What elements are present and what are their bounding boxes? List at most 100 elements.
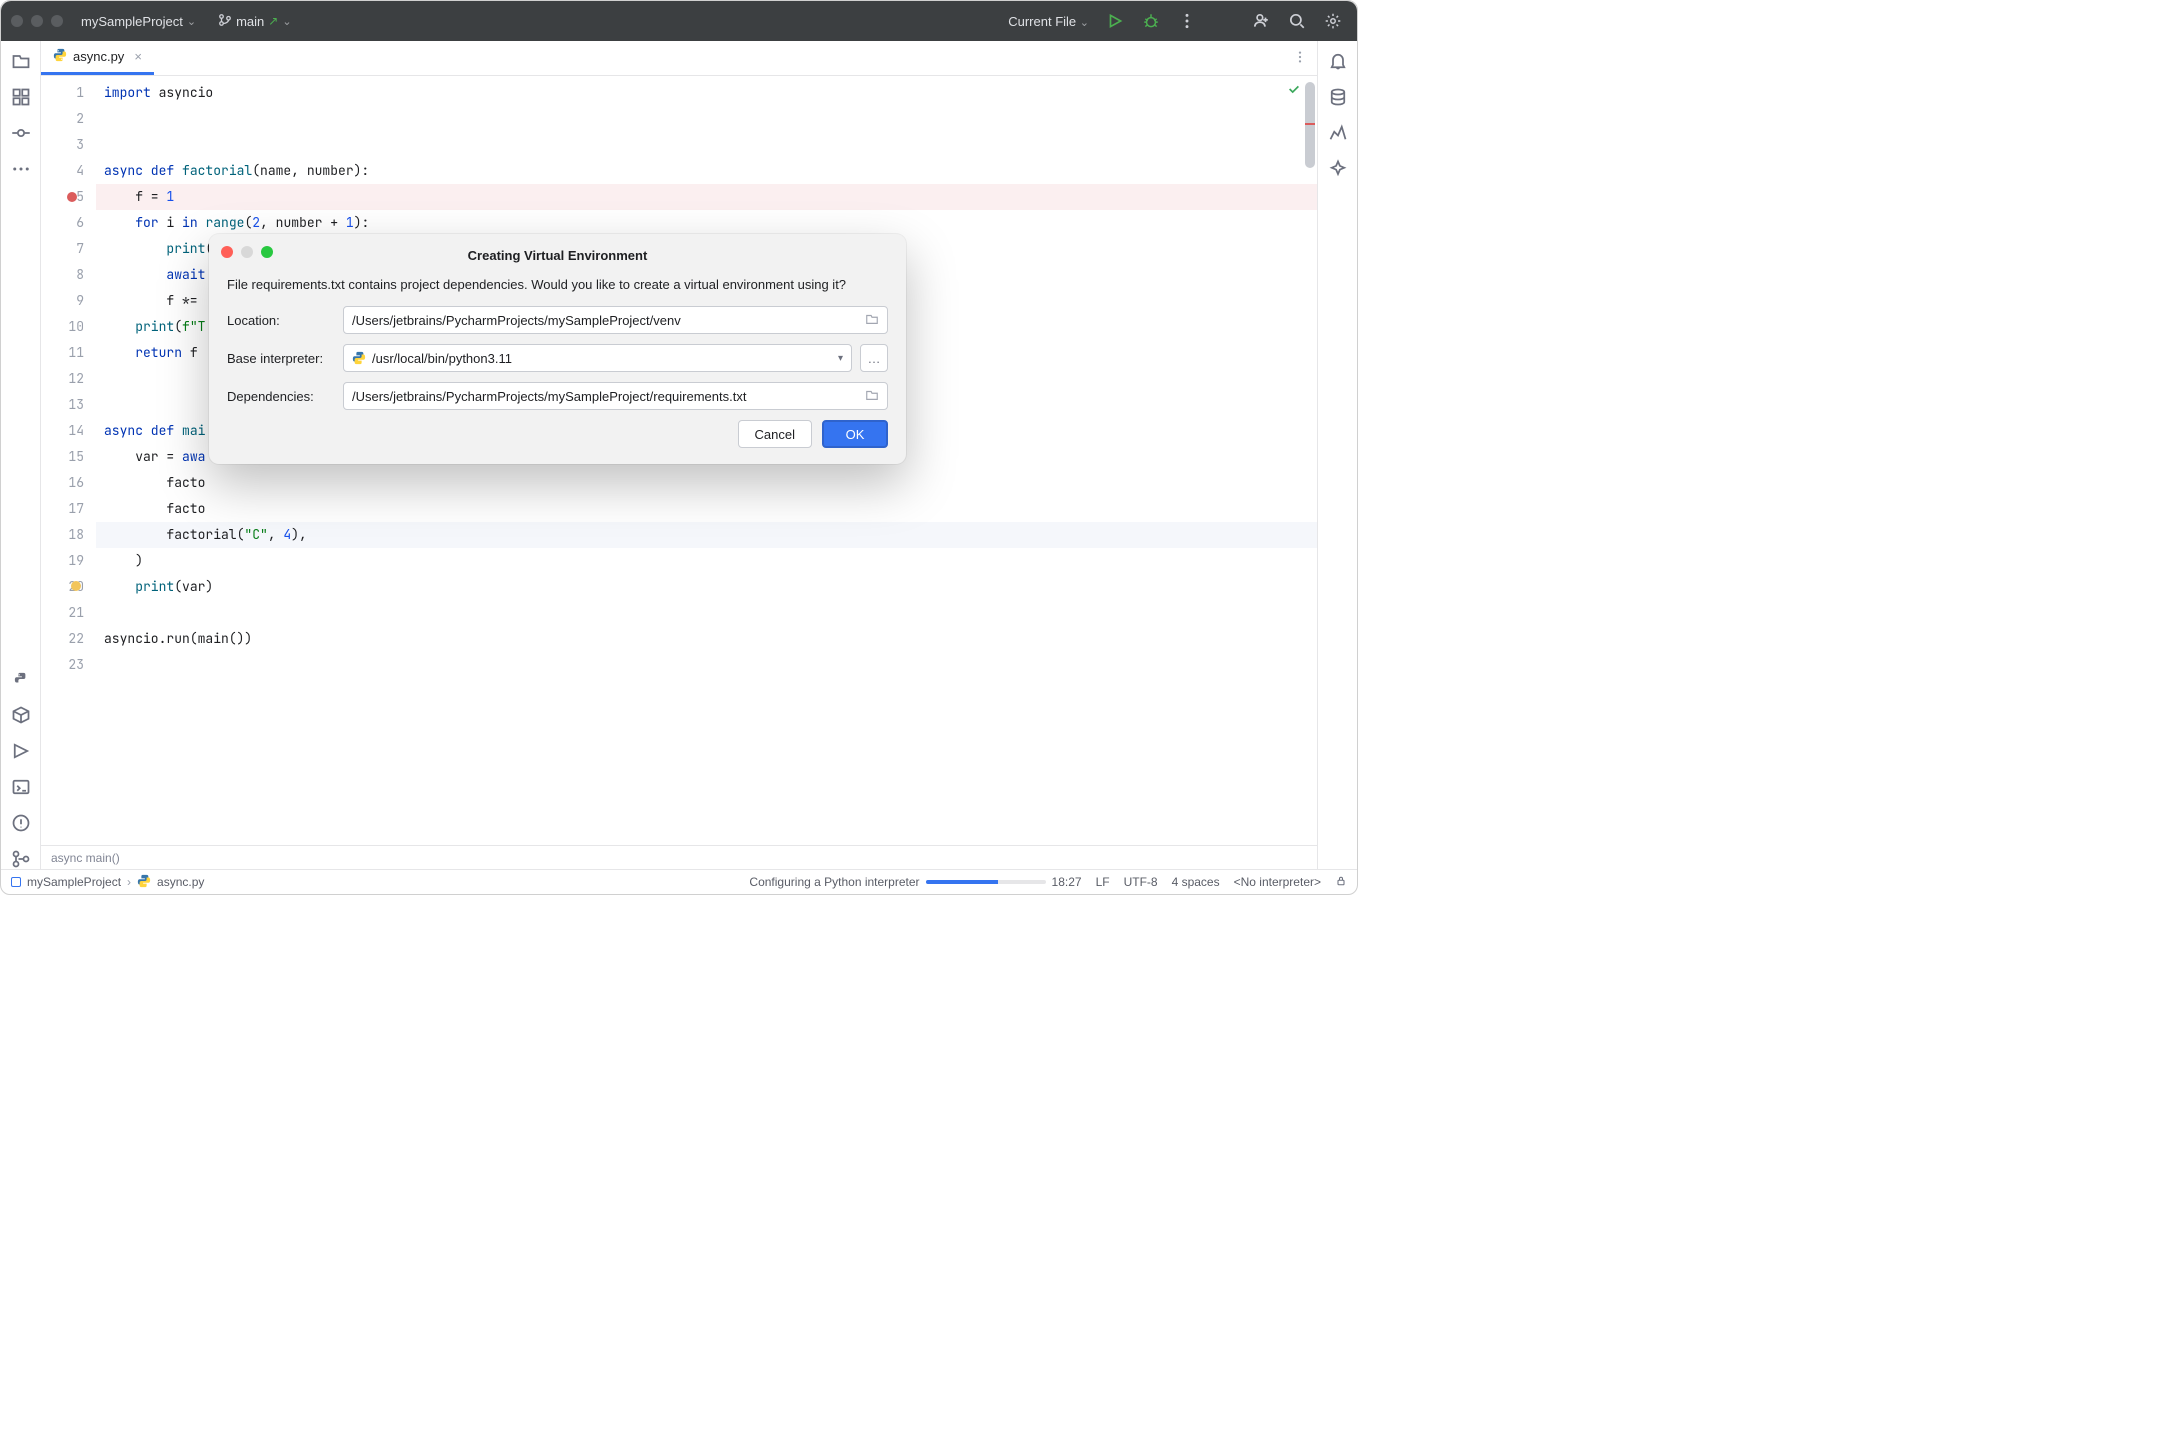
gutter-line[interactable]: 6 xyxy=(41,210,96,236)
code-line[interactable]: asyncio.run(main()) xyxy=(96,626,1317,652)
location-field[interactable]: /Users/jetbrains/PycharmProjects/mySampl… xyxy=(343,306,888,334)
editor-scrollbar[interactable] xyxy=(1305,82,1315,168)
python-packages-button[interactable] xyxy=(11,705,31,725)
code-line[interactable]: ) xyxy=(96,548,1317,574)
gutter-line[interactable]: 13 xyxy=(41,392,96,418)
gutter-line[interactable]: 3 xyxy=(41,132,96,158)
debug-button[interactable] xyxy=(1137,7,1165,35)
interpreter-widget[interactable]: <No interpreter> xyxy=(1234,875,1321,889)
code-line[interactable]: facto xyxy=(96,496,1317,522)
more-actions-button[interactable] xyxy=(1173,7,1201,35)
dialog-message: File requirements.txt contains project d… xyxy=(227,277,888,292)
gutter-line[interactable]: 2 xyxy=(41,106,96,132)
editor-tab-active[interactable]: async.py × xyxy=(41,41,154,75)
dialog-zoom-dot[interactable] xyxy=(261,246,273,258)
code-line[interactable]: facto xyxy=(96,470,1317,496)
file-encoding[interactable]: UTF-8 xyxy=(1124,875,1158,889)
gutter-line[interactable]: 18 xyxy=(41,522,96,548)
gutter-line[interactable]: 20 xyxy=(41,574,96,600)
cancel-button[interactable]: Cancel xyxy=(738,420,812,448)
branch-icon xyxy=(218,13,232,30)
gutter-line[interactable]: 23 xyxy=(41,652,96,678)
indent-config[interactable]: 4 spaces xyxy=(1172,875,1220,889)
location-label: Location: xyxy=(227,313,335,328)
search-button[interactable] xyxy=(1283,7,1311,35)
structure-tool-button[interactable] xyxy=(11,87,31,107)
problems-tool-button[interactable] xyxy=(11,813,31,833)
gutter-line[interactable]: 5 xyxy=(41,184,96,210)
nav-project[interactable]: mySampleProject xyxy=(27,875,121,889)
gutter-line[interactable]: 9 xyxy=(41,288,96,314)
readonly-lock-icon[interactable] xyxy=(1335,875,1347,890)
gutter-line[interactable]: 11 xyxy=(41,340,96,366)
error-stripe-marker[interactable] xyxy=(1305,123,1315,125)
editor-tabs: async.py × xyxy=(41,41,1317,76)
dialog-close-dot[interactable] xyxy=(221,246,233,258)
commit-tool-button[interactable] xyxy=(11,123,31,143)
caret-position[interactable]: 18:27 xyxy=(1052,875,1082,889)
folder-icon[interactable] xyxy=(865,312,879,329)
gutter-line[interactable]: 12 xyxy=(41,366,96,392)
code-line[interactable]: import asyncio xyxy=(96,80,1317,106)
code-line[interactable] xyxy=(96,132,1317,158)
ok-button[interactable]: OK xyxy=(822,420,888,448)
folder-icon[interactable] xyxy=(865,388,879,405)
window-zoom-dot[interactable] xyxy=(51,15,63,27)
background-task-progress[interactable] xyxy=(926,880,1046,884)
gutter-line[interactable]: 22 xyxy=(41,626,96,652)
code-line[interactable]: f = 1 xyxy=(96,184,1317,210)
terminal-tool-button[interactable] xyxy=(11,777,31,797)
gutter[interactable]: 1234567891011121314151617181920212223 xyxy=(41,76,96,845)
code-line[interactable]: factorial("C", 4), xyxy=(96,522,1317,548)
gutter-line[interactable]: 16 xyxy=(41,470,96,496)
tab-options-icon[interactable] xyxy=(1293,50,1307,67)
branch-dropdown[interactable]: main ↗ ⌄ xyxy=(218,13,291,30)
run-button[interactable] xyxy=(1101,7,1129,35)
code-line[interactable] xyxy=(96,652,1317,678)
breadcrumb-bar[interactable]: async main() xyxy=(41,845,1317,869)
python-file-icon xyxy=(53,48,67,65)
database-tool-button[interactable] xyxy=(1328,87,1348,107)
settings-button[interactable] xyxy=(1319,7,1347,35)
more-tools-button[interactable] xyxy=(11,159,31,179)
gutter-line[interactable]: 1 xyxy=(41,80,96,106)
browse-interpreter-button[interactable]: … xyxy=(860,344,888,372)
gutter-line[interactable]: 7 xyxy=(41,236,96,262)
python-icon xyxy=(352,351,366,365)
dependencies-field[interactable]: /Users/jetbrains/PycharmProjects/mySampl… xyxy=(343,382,888,410)
gutter-line[interactable]: 17 xyxy=(41,496,96,522)
run-config-dropdown[interactable]: Current File ⌄ xyxy=(1008,14,1089,29)
inspection-ok-icon[interactable] xyxy=(1287,82,1301,99)
window-close-dot[interactable] xyxy=(11,15,23,27)
python-console-button[interactable] xyxy=(11,669,31,689)
code-line[interactable]: async def factorial(name, number): xyxy=(96,158,1317,184)
close-tab-icon[interactable]: × xyxy=(134,49,142,64)
code-with-me-button[interactable] xyxy=(1247,7,1275,35)
line-separator[interactable]: LF xyxy=(1096,875,1110,889)
gutter-line[interactable]: 21 xyxy=(41,600,96,626)
gutter-line[interactable]: 15 xyxy=(41,444,96,470)
gutter-line[interactable]: 14 xyxy=(41,418,96,444)
gutter-line[interactable]: 19 xyxy=(41,548,96,574)
interpreter-dropdown[interactable]: /usr/local/bin/python3.11 ▾ xyxy=(343,344,852,372)
window-minimize-dot[interactable] xyxy=(31,15,43,27)
code-line[interactable] xyxy=(96,106,1317,132)
dialog-traffic-lights xyxy=(221,246,273,258)
ai-assistant-button[interactable] xyxy=(1328,159,1348,179)
gutter-line[interactable]: 8 xyxy=(41,262,96,288)
notifications-button[interactable] xyxy=(1328,51,1348,71)
gutter-line[interactable]: 4 xyxy=(41,158,96,184)
profiler-tool-button[interactable] xyxy=(1328,123,1348,143)
dialog-minimize-dot xyxy=(241,246,253,258)
code-line[interactable] xyxy=(96,600,1317,626)
nav-file[interactable]: async.py xyxy=(157,875,204,889)
project-dropdown[interactable]: mySampleProject ⌄ xyxy=(81,14,196,29)
gutter-line[interactable]: 10 xyxy=(41,314,96,340)
code-line[interactable]: for i in range(2, number + 1): xyxy=(96,210,1317,236)
vcs-tool-button[interactable] xyxy=(11,849,31,869)
code-line[interactable]: print(var) xyxy=(96,574,1317,600)
services-tool-button[interactable] xyxy=(11,741,31,761)
project-tool-button[interactable] xyxy=(11,51,31,71)
background-task-label[interactable]: Configuring a Python interpreter xyxy=(749,875,919,889)
interpreter-value: /usr/local/bin/python3.11 xyxy=(372,351,512,366)
